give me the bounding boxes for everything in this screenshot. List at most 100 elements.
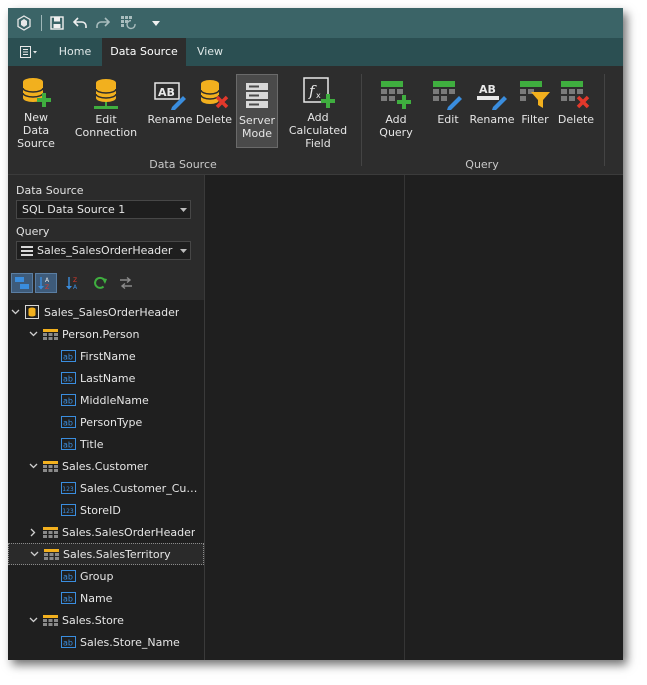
tree-field-item[interactable]: ab Name [8,587,204,609]
string-field-icon: ab [60,415,76,429]
svg-text:ab: ab [63,573,73,582]
chevron-down-icon[interactable] [28,329,38,339]
string-field-icon: ab [60,393,76,407]
number-field-icon: 123 [60,503,76,517]
data-source-combo[interactable]: SQL Data Source 1 [16,200,191,219]
chevron-down-icon[interactable] [29,549,39,559]
ribbon-group-separator [361,74,362,166]
sort-ascending-icon[interactable]: AZ [35,273,57,293]
server-mode-label: Server Mode [238,114,276,140]
tab-data-source[interactable]: Data Source [102,38,186,66]
edit-query-button[interactable]: Edit [428,74,468,148]
svg-text:ab: ab [63,353,73,362]
tree-item-label: Sales.Store_Name [80,635,180,649]
refresh-icon[interactable] [89,273,111,293]
tree-item-label: Sales.SalesOrderHeader [62,525,196,539]
field-tree: Sales_SalesOrderHeader Person.Person ab Fir… [8,300,204,660]
tree-field-item[interactable]: ab LastName [8,367,204,389]
data-source-combo-value: SQL Data Source 1 [22,203,126,216]
tree-field-item[interactable]: ab MiddleName [8,389,204,411]
tree-field-item[interactable]: 123 StoreID [8,499,204,521]
rename-data-source-label: Rename [147,113,193,126]
app-logo-icon[interactable] [14,8,34,38]
svg-text:ab: ab [63,375,73,384]
tree-field-item[interactable]: ab FirstName [8,345,204,367]
string-field-icon: ab [60,569,76,583]
filter-query-label: Filter [521,113,549,126]
rename-query-label: Rename [469,113,515,126]
tree-item-label: LastName [80,371,136,385]
tree-item-label: MiddleName [80,393,149,407]
tree-field-item[interactable]: 123 Sales.Customer_Custo… [8,477,204,499]
rename-query-button[interactable]: AB Rename [469,74,515,148]
tree-field-item[interactable]: ab Sales.Store_Name [8,631,204,653]
chevron-down-icon[interactable] [176,248,190,253]
svg-text:AB: AB [479,83,496,96]
delete-query-label: Delete [557,113,595,126]
filter-query-button[interactable]: Filter [516,74,554,148]
tree-table-item[interactable]: Sales.SalesOrderHeader [8,521,204,543]
query-group-label: Query [465,158,499,171]
chevron-right-icon[interactable] [28,527,38,537]
tab-view[interactable]: View [190,38,230,66]
save-icon[interactable] [48,8,66,38]
svg-text:x: x [316,91,321,100]
svg-text:123: 123 [62,508,74,515]
add-calculated-field-button[interactable]: fx Add Calculated Field [280,74,356,150]
rename-icon: AB [475,76,509,110]
edit-connection-button[interactable]: Edit Connection [66,74,146,148]
new-data-source-button[interactable]: New Data Source [10,74,62,150]
tree-field-item[interactable]: ab PersonType [8,411,204,433]
chevron-down-icon[interactable] [28,615,38,625]
tab-home[interactable]: Home [52,38,98,66]
tree-query-item[interactable]: Sales_SalesOrderHeader [8,301,204,323]
tree-item-label: Person.Person [62,327,140,341]
svg-text:Z: Z [73,277,77,284]
query-list-icon [21,245,35,256]
tree-field-item[interactable]: ab Title [8,433,204,455]
tree-item-label: Group [80,569,114,583]
svg-text:A: A [73,284,78,290]
tree-table-item[interactable]: Person.Person [8,323,204,345]
chevron-down-icon[interactable] [176,207,190,212]
ribbon: New Data Source Edit Connection AB Renam… [8,66,623,175]
query-combo[interactable]: Sales_SalesOrderHeader [16,241,191,260]
table-delete-icon [559,76,593,110]
delete-data-source-label: Delete [195,113,233,126]
ribbon-tab-row: Home Data Source View [8,38,623,66]
field-list-toolbar: AZ ZA [8,271,204,295]
tree-table-item[interactable]: Sales.Customer [8,455,204,477]
customize-toolbar-chevron-icon[interactable] [148,8,164,38]
tree-item-label: Sales.Store [62,613,124,627]
server-mode-button[interactable]: Server Mode [236,74,278,148]
table-edit-icon [431,76,465,110]
tree-field-item[interactable]: ab Group [8,565,204,587]
delete-query-button[interactable]: Delete [556,74,596,148]
delete-data-source-button[interactable]: Delete [194,74,234,148]
swap-icon[interactable] [115,273,137,293]
number-field-icon: 123 [60,481,76,495]
table-icon [42,459,58,473]
tree-item-label: StoreID [80,503,121,517]
string-field-icon: ab [60,437,76,451]
tree-item-label: Sales.SalesTerritory [63,547,171,561]
rename-data-source-button[interactable]: AB Rename [147,74,193,148]
tree-item-label: PersonType [80,415,143,429]
tree-table-item[interactable]: Sales.Store [8,609,204,631]
undo-icon[interactable] [71,8,89,38]
chevron-down-icon[interactable] [28,461,38,471]
database-add-icon [19,76,53,108]
svg-text:ab: ab [63,595,73,604]
data-preview-area [205,175,623,660]
chevron-down-icon[interactable] [10,307,20,317]
toolbar-separator [41,15,42,31]
add-query-button[interactable]: Add Query [368,74,424,148]
file-menu-button[interactable] [14,42,44,62]
sort-descending-icon[interactable]: ZA [63,273,85,293]
group-by-table-icon[interactable] [11,273,33,293]
query-icon [24,305,40,319]
refresh-grid-icon[interactable] [118,8,140,38]
redo-icon[interactable] [94,8,112,38]
svg-text:ab: ab [63,639,73,648]
tree-table-item[interactable]: Sales.SalesTerritory [8,543,204,565]
